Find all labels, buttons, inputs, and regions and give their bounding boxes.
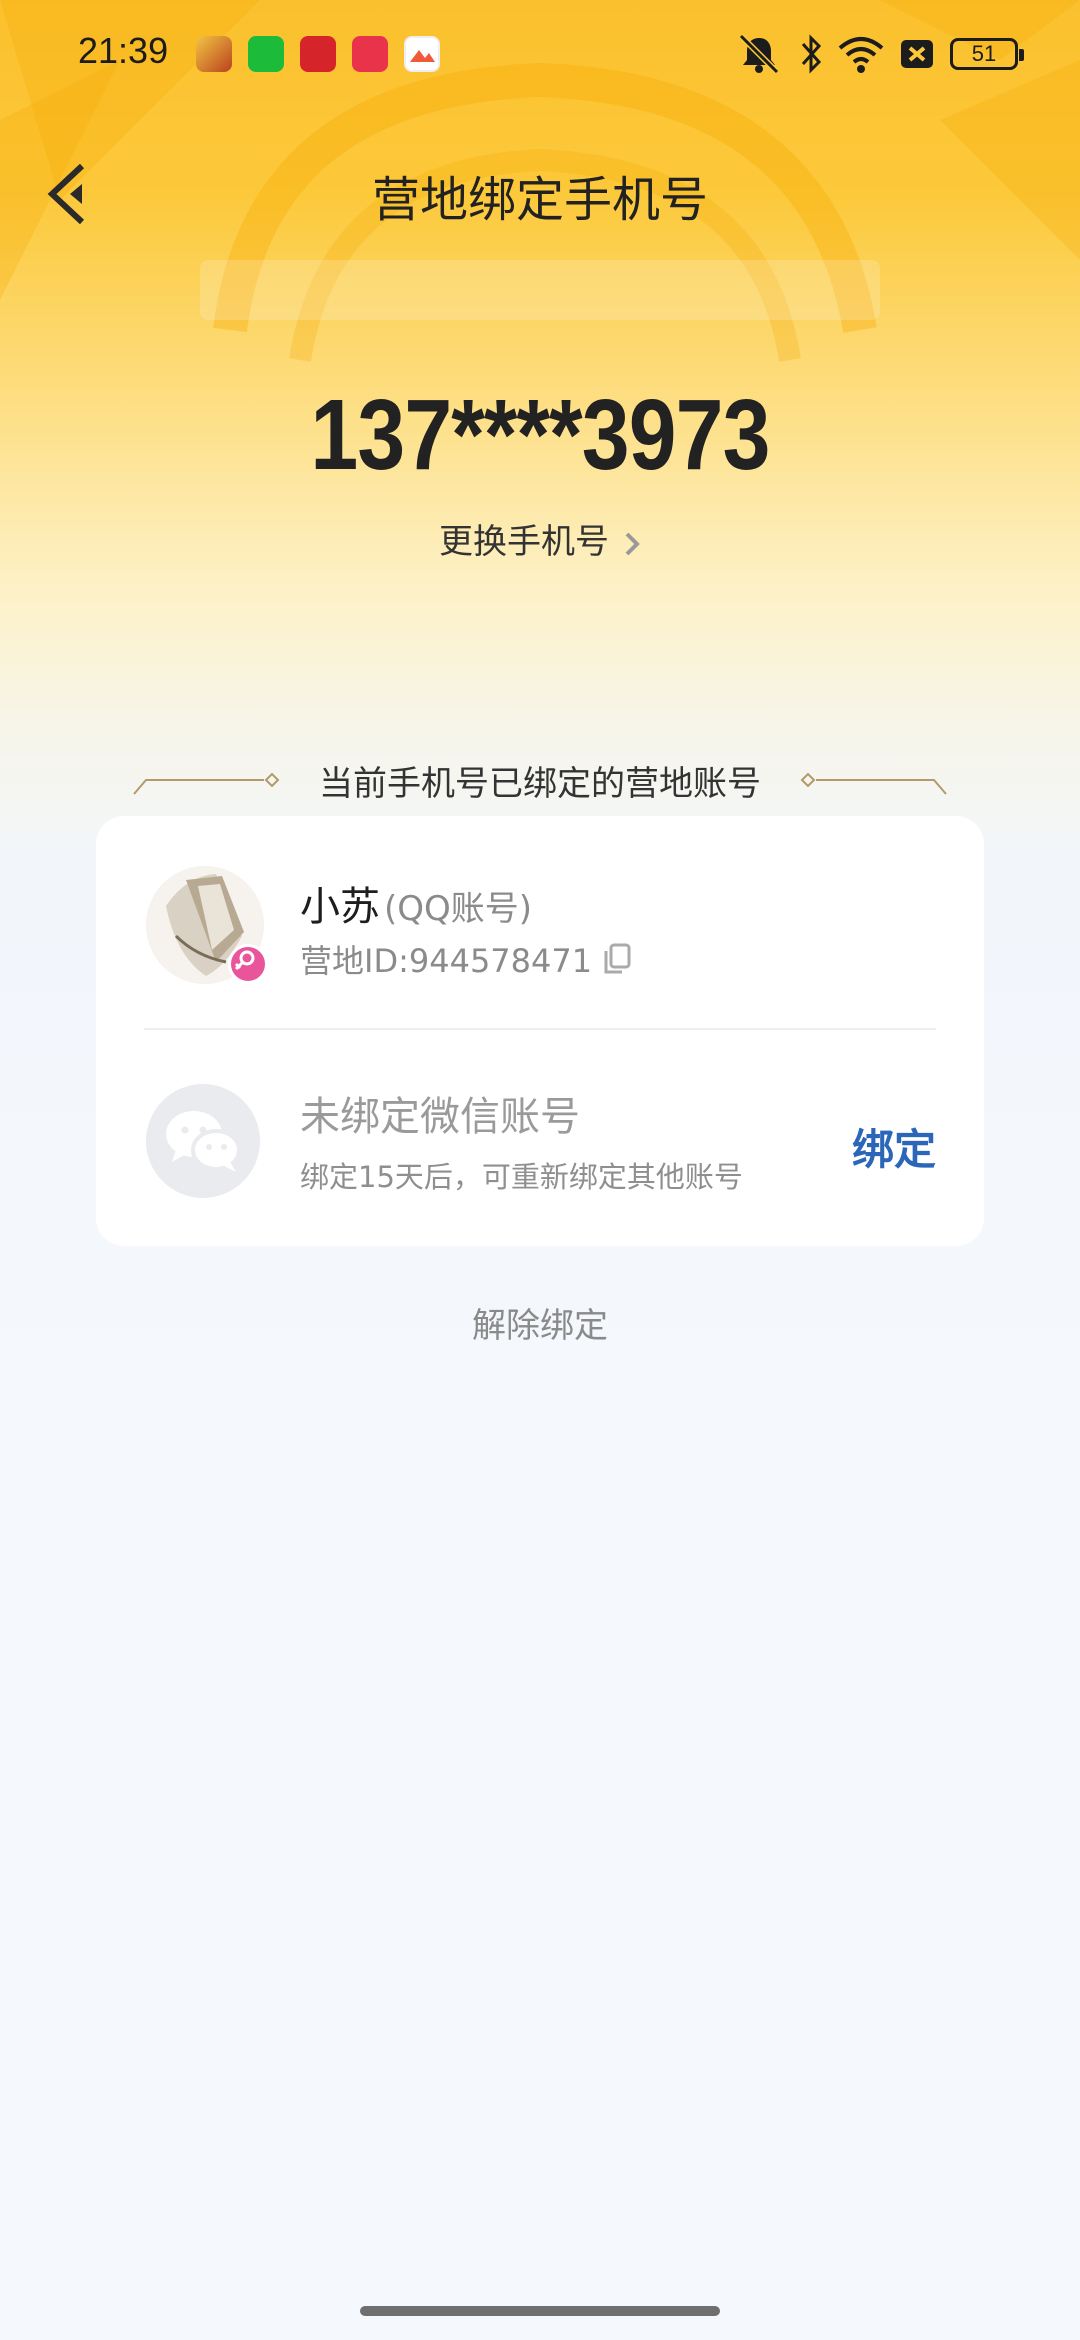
- wechat-unbound-title: 未绑定微信账号: [300, 1094, 580, 1140]
- game-app-icon: [196, 36, 232, 72]
- bluetooth-icon: [801, 34, 822, 74]
- bound-accounts-card: 小苏 (QQ账号) 营地ID:944578471 未绑定微信账号 绑定15天后，可…: [96, 816, 984, 1246]
- account-type-label: (QQ账号): [384, 889, 533, 929]
- section-decoration-right: [800, 772, 947, 795]
- green-app-icon: [248, 36, 284, 72]
- qq-account-nickname: 小苏 (QQ账号): [300, 874, 532, 932]
- wifi-icon: [838, 37, 884, 73]
- music-app-icon: [352, 36, 388, 72]
- chevron-right-icon: [625, 532, 640, 555]
- female-gender-icon: [228, 944, 268, 984]
- change-phone-label: 更换手机号: [439, 522, 609, 562]
- divider: [144, 1028, 936, 1030]
- unbind-button[interactable]: 解除绑定: [0, 1298, 1080, 1347]
- wechat-rebind-hint: 绑定15天后，可重新绑定其他账号: [300, 1160, 743, 1194]
- wechat-icon: [166, 1111, 241, 1172]
- wechat-avatar-placeholder: [146, 1084, 260, 1198]
- change-phone-link[interactable]: 更换手机号: [0, 514, 1080, 563]
- camp-id-row: 营地ID:944578471: [300, 936, 632, 982]
- bind-wechat-button[interactable]: 绑定: [852, 1116, 936, 1177]
- gallery-app-icon: [404, 36, 440, 72]
- red-alert-app-icon: [300, 36, 336, 72]
- bound-phone-number: 137****3973: [310, 379, 770, 491]
- nickname-text: 小苏: [300, 884, 380, 930]
- mute-icon: [738, 33, 780, 75]
- no-sim-icon: [901, 40, 933, 68]
- copy-icon[interactable]: [602, 942, 632, 976]
- battery-indicator: 51: [950, 38, 1024, 70]
- status-time: 21:39: [78, 30, 169, 71]
- status-bar: 21:39 51: [0, 0, 1080, 110]
- page-title: 营地绑定手机号: [371, 172, 708, 228]
- home-indicator[interactable]: [360, 2306, 720, 2316]
- camp-id-text: 营地ID:944578471: [300, 942, 593, 980]
